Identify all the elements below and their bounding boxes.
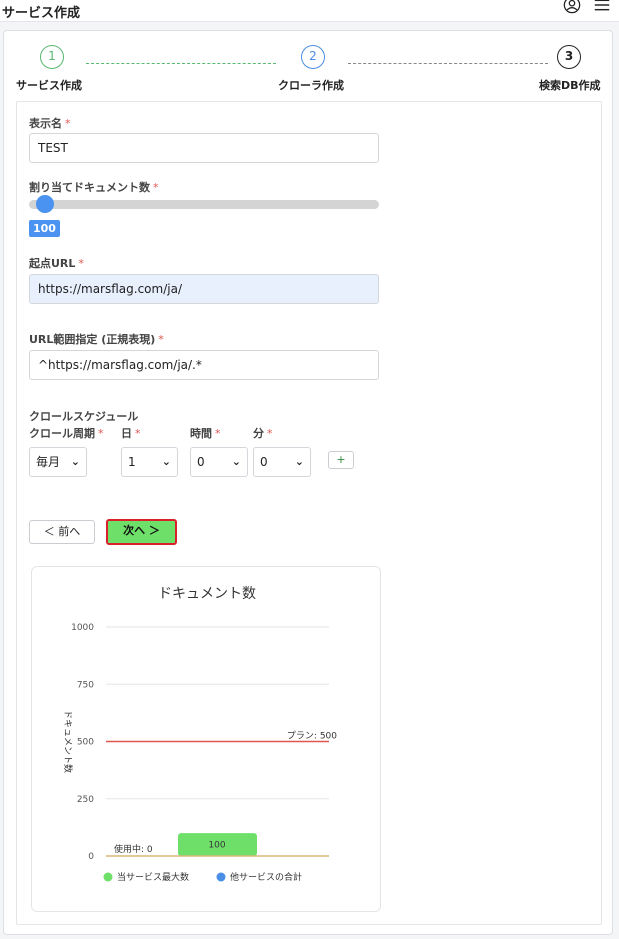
step-number-1: 1 xyxy=(40,45,64,69)
chevron-down-icon: ⌄ xyxy=(70,455,80,468)
doc-count-value-badge: 100 xyxy=(29,220,60,237)
chevron-down-icon: ⌄ xyxy=(231,455,241,468)
prev-button[interactable]: ＜ 前へ xyxy=(29,520,95,544)
crawl-cycle-label: クロール周期 * xyxy=(29,427,104,440)
doc-count-slider[interactable] xyxy=(29,200,379,209)
hour-select[interactable]: 0 ⌄ xyxy=(190,447,248,477)
step-label-1: サービス作成 xyxy=(16,79,82,92)
display-name-input[interactable]: TEST xyxy=(29,133,379,163)
start-url-label: 起点URL * xyxy=(29,257,84,270)
day-label: 日 * xyxy=(121,427,141,440)
main-panel: 1 サービス作成 2 クローラ作成 3 検索DB作成 表示名 * TEST 割り当… xyxy=(3,30,613,935)
step-service-create: 1 サービス作成 xyxy=(0,45,112,92)
header-actions xyxy=(563,0,611,14)
step-number-2: 2 xyxy=(301,45,325,69)
document-count-chart-card: ドキュメント数 0 250 500 750 1000 ドキュメント数 プラン: 500 100 使… xyxy=(31,566,381,912)
step-connector-1 xyxy=(86,63,276,64)
minute-select[interactable]: 0 ⌄ xyxy=(253,447,311,477)
legend-marker-1 xyxy=(216,872,226,882)
chevron-down-icon: ⌄ xyxy=(161,455,171,468)
step-search-db-create: 3 検索DB作成 xyxy=(509,45,619,92)
bar-value-label: 100 xyxy=(208,841,225,851)
progress-stepper: 1 サービス作成 2 クローラ作成 3 検索DB作成 xyxy=(4,31,614,101)
add-schedule-button[interactable]: + xyxy=(328,451,354,469)
legend-marker-0 xyxy=(103,872,113,882)
minute-label: 分 * xyxy=(253,427,273,440)
crawl-schedule-title: クロールスケジュール xyxy=(29,410,139,423)
start-url-input[interactable]: https://marsflag.com/ja/ xyxy=(29,274,379,304)
menu-icon[interactable] xyxy=(593,0,611,14)
doc-count-slider-thumb[interactable] xyxy=(35,195,54,213)
app-header: サービス作成 xyxy=(0,0,619,22)
day-select[interactable]: 1 ⌄ xyxy=(121,447,178,477)
y-tick-label-3: 750 xyxy=(77,680,94,690)
y-axis-label: ドキュメント数 xyxy=(62,710,74,773)
y-tick-label-1: 250 xyxy=(77,795,94,805)
url-range-label: URL範囲指定 (正規表現) * xyxy=(29,333,164,346)
page-title: サービス作成 xyxy=(2,6,81,21)
document-count-chart: ドキュメント数02505007501000ドキュメント数 プラン: 500100使… xyxy=(62,586,337,883)
legend-label-0: 当サービス最大数 xyxy=(117,871,189,883)
y-tick-label-2: 500 xyxy=(77,738,94,748)
chart-title: ドキュメント数 xyxy=(158,586,256,602)
doc-count-label: 割り当てドキュメント数 * xyxy=(29,181,159,194)
hour-label: 時間 * xyxy=(190,427,221,440)
legend-label-1: 他サービスの合計 xyxy=(230,871,302,883)
y-tick-label-4: 1000 xyxy=(71,623,94,633)
step-label-2: クローラ作成 xyxy=(278,79,344,92)
plan-line-label: プラン: 500 xyxy=(287,731,337,742)
next-button[interactable]: 次へ ＞ xyxy=(106,519,177,545)
used-label: 使用中: 0 xyxy=(114,843,153,855)
step-label-3: 検索DB作成 xyxy=(539,79,601,92)
crawler-form: 表示名 * TEST 割り当てドキュメント数 * 100 起点URL * https:… xyxy=(16,101,602,925)
display-name-label: 表示名 * xyxy=(29,117,71,130)
step-crawler-create: 2 クローラ作成 xyxy=(253,45,373,92)
chevron-down-icon: ⌄ xyxy=(294,455,304,468)
y-tick-label-0: 0 xyxy=(88,852,94,862)
url-range-input[interactable]: ^https://marsflag.com/ja/.* xyxy=(29,350,379,380)
user-icon[interactable] xyxy=(563,0,581,14)
crawl-cycle-select[interactable]: 毎月 ⌄ xyxy=(29,447,87,477)
step-number-3: 3 xyxy=(557,45,581,69)
